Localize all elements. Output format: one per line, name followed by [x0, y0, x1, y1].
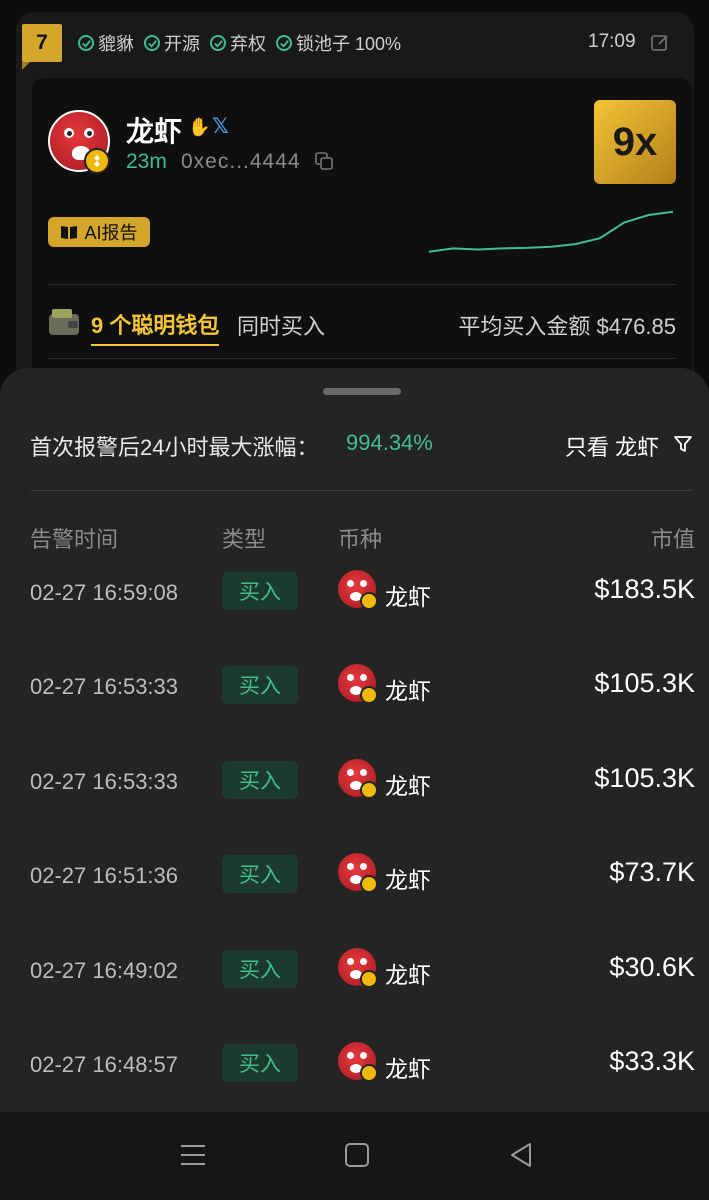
max-gain-label: 首次报警后24小时最大涨幅： [30, 435, 319, 460]
back-triangle-icon[interactable] [506, 1140, 536, 1170]
market-cap-cell: $33.3K [609, 1046, 695, 1076]
average-buy-amount: 平均买入金额 $476.85 [458, 314, 676, 339]
type-badge: 买入 [222, 572, 298, 610]
filter-icon[interactable] [673, 434, 693, 454]
security-checks: 貔貅 开源 弃权 锁池子 100% [78, 30, 401, 56]
hand-icon: ✋ [188, 117, 211, 137]
type-badge: 买入 [222, 855, 298, 893]
token-age: 23m [126, 150, 167, 173]
book-icon [61, 226, 78, 239]
coin-name-cell: 龙虾 [385, 962, 431, 988]
wallet-icon [49, 309, 79, 335]
check-label: 貔貅 [98, 34, 134, 54]
type-badge: 买入 [222, 1044, 298, 1082]
coin-name-cell: 龙虾 [385, 773, 431, 799]
smart-wallets-link[interactable]: 9 个聪明钱包 [91, 308, 220, 346]
market-cap-cell: $105.3K [594, 763, 695, 793]
alert-time-cell: 02-27 16:48:57 [30, 1052, 179, 1077]
divider [48, 358, 676, 359]
table-row[interactable]: 02-27 16:48:57 买入 龙虾 $33.3K [0, 1036, 709, 1096]
home-square-icon[interactable] [342, 1140, 372, 1170]
check-circle-icon [144, 35, 160, 51]
sheet-divider [30, 490, 693, 491]
bnb-chain-icon [360, 592, 378, 610]
table-row[interactable]: 02-27 16:53:33 买入 龙虾 $105.3K [0, 658, 709, 718]
token-name: 龙虾 [126, 116, 183, 147]
alert-time-cell: 02-27 16:51:36 [30, 863, 179, 888]
check-circle-icon [276, 35, 292, 51]
alert-time-cell: 02-27 16:59:08 [30, 580, 179, 605]
coin-name-cell: 龙虾 [385, 678, 431, 704]
contract-address: 0xec...4444 [181, 150, 301, 173]
bnb-chain-icon [360, 686, 378, 704]
check-item-lp-locked: 锁池子 100% [276, 30, 401, 56]
share-edit-icon[interactable] [650, 33, 670, 53]
ai-report-label: AI报告 [84, 223, 138, 243]
type-badge: 买入 [222, 950, 298, 988]
table-row[interactable]: 02-27 16:49:02 买入 龙虾 $30.6K [0, 942, 709, 1002]
coin-name-cell: 龙虾 [385, 1056, 431, 1082]
table-row[interactable]: 02-27 16:51:36 买入 龙虾 $73.7K [0, 847, 709, 907]
ai-report-button[interactable]: AI报告 [48, 217, 150, 247]
check-item-renounced: 弃权 [210, 30, 266, 56]
sheet-drag-handle[interactable] [323, 388, 401, 395]
market-cap-cell: $105.3K [594, 668, 695, 698]
alert-time-cell: 02-27 16:53:33 [30, 674, 179, 699]
column-header-type: 类型 [222, 527, 267, 552]
bnb-chain-icon [360, 1064, 378, 1082]
market-cap-cell: $183.5K [594, 574, 695, 604]
alert-time-cell: 02-27 16:53:33 [30, 769, 179, 794]
column-header-time: 告警时间 [30, 527, 119, 552]
bnb-chain-icon [360, 970, 378, 988]
multiplier-badge: 9x [594, 100, 676, 184]
bnb-chain-icon [360, 875, 378, 893]
check-circle-icon [78, 35, 94, 51]
type-badge: 买入 [222, 666, 298, 704]
x-twitter-icon[interactable]: 𝕏 [212, 114, 229, 139]
alert-time-cell: 02-27 16:49:02 [30, 958, 179, 983]
table-row[interactable]: 02-27 16:59:08 买入 龙虾 $183.5K [0, 564, 709, 624]
column-header-mcap: 市值 [650, 527, 695, 552]
market-cap-cell: $73.7K [609, 857, 695, 887]
bnb-chain-icon [84, 148, 110, 174]
copy-icon[interactable] [315, 152, 333, 170]
sparkline-path [428, 210, 674, 253]
type-badge: 买入 [222, 761, 298, 799]
check-circle-icon [210, 35, 226, 51]
divider [48, 284, 676, 285]
alert-history-sheet [0, 368, 709, 1114]
column-header-coin: 币种 [338, 527, 383, 552]
coin-name-cell: 龙虾 [385, 584, 431, 610]
filter-only-token[interactable]: 只看 龙虾 [565, 430, 659, 462]
bnb-chain-icon [360, 781, 378, 799]
max-gain-value: 994.34% [346, 430, 433, 455]
menu-icon[interactable] [178, 1140, 208, 1170]
check-item-open-source: 开源 [144, 30, 200, 56]
check-label: 锁池子 100% [296, 34, 402, 54]
rank-badge: 7 [22, 24, 62, 70]
market-cap-cell: $30.6K [609, 952, 695, 982]
check-label: 开源 [164, 34, 200, 54]
check-item-pixiu: 貔貅 [78, 30, 134, 56]
check-label: 弃权 [230, 34, 266, 54]
buy-together-label: 同时买入 [237, 314, 326, 339]
table-row[interactable]: 02-27 16:53:33 买入 龙虾 $105.3K [0, 753, 709, 813]
price-sparkline [428, 210, 674, 253]
alert-time: 17:09 [588, 31, 636, 52]
coin-name-cell: 龙虾 [385, 867, 431, 893]
